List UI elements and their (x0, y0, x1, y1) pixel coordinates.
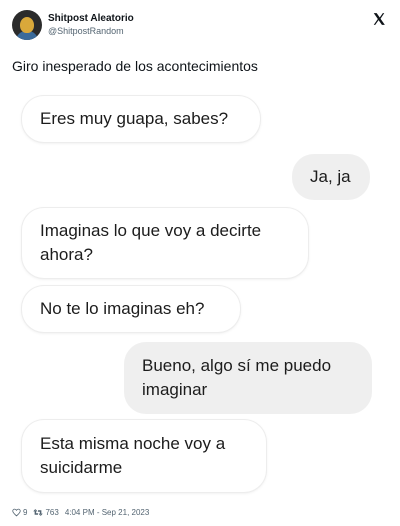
handle[interactable]: @ShitpostRandom (48, 25, 134, 37)
message-bubble-outgoing: Ja, ja (292, 154, 370, 200)
like-count: 9 (23, 507, 28, 517)
like-stat[interactable]: 9 (12, 508, 27, 517)
message-bubble-incoming: No te lo imaginas eh? (22, 286, 240, 332)
heart-icon (12, 508, 21, 516)
chat-screenshot: Eres muy guapa, sabes? Ja, ja Imaginas l… (0, 90, 400, 498)
display-name[interactable]: Shitpost Aleatorio (48, 12, 134, 25)
tweet-header: Shitpost Aleatorio @ShitpostRandom (12, 10, 388, 42)
message-bubble-outgoing: Bueno, algo sí me puedo imaginar (124, 342, 372, 414)
avatar[interactable] (12, 10, 42, 40)
message-bubble-incoming: Eres muy guapa, sabes? (22, 96, 260, 142)
tweet-text: Giro inesperado de los acontecimientos (12, 58, 258, 74)
message-bubble-incoming: Imaginas lo que voy a decirte ahora? (22, 208, 308, 278)
retweet-icon (33, 508, 44, 516)
timestamp[interactable]: 4:04 PM - Sep 21, 2023 (65, 508, 150, 517)
author-names: Shitpost Aleatorio @ShitpostRandom (48, 12, 134, 37)
message-bubble-incoming: Esta misma noche voy a suicidarme (22, 420, 266, 492)
x-logo-icon[interactable] (372, 12, 386, 26)
retweet-count: 763 (45, 507, 59, 517)
retweet-stat[interactable]: 763 (33, 507, 59, 517)
tweet-footer: 9 763 4:04 PM - Sep 21, 2023 (12, 506, 149, 518)
